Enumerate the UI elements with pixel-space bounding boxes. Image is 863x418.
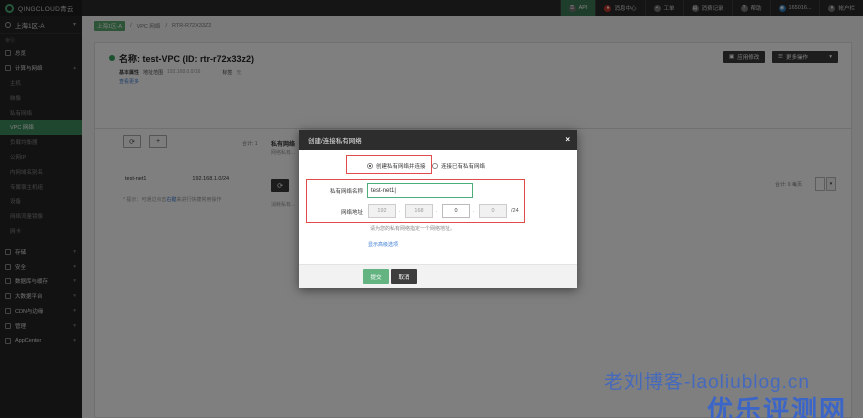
radio-create-network[interactable]: 创建私有网络并连接 xyxy=(367,162,426,170)
ip-octet-4: 0 xyxy=(479,204,507,218)
modal-footer: 提交 取消 xyxy=(299,264,577,288)
radio-unchecked-icon xyxy=(432,163,438,169)
submit-button[interactable]: 提交 xyxy=(363,269,389,284)
modal-title: 创建/连接私有网络 xyxy=(308,138,362,145)
network-address-label: 网络地址 xyxy=(340,210,363,216)
ip-octet-2: 168 xyxy=(405,204,433,218)
advanced-options-link[interactable]: 显示高级选项 xyxy=(368,241,398,248)
ip-separator: . xyxy=(399,208,401,214)
ip-mask: /24 xyxy=(511,208,519,214)
create-network-modal: 创建/连接私有网络 × 创建私有网络并连接 连接已有私有网络 私有网络名称 te… xyxy=(299,130,577,288)
text-cursor: | xyxy=(394,187,396,194)
ip-separator: . xyxy=(436,208,438,214)
ip-octet-3-input[interactable]: 0 xyxy=(442,204,470,218)
watermark-line-2: 优乐评测网 xyxy=(707,395,848,418)
network-name-input[interactable]: test-net1 | xyxy=(367,183,473,198)
radio-connect-network[interactable]: 连接已有私有网络 xyxy=(432,162,485,170)
close-icon[interactable]: × xyxy=(565,135,570,145)
cancel-button[interactable]: 取消 xyxy=(391,269,417,284)
modal-header: 创建/连接私有网络 xyxy=(299,130,577,150)
ip-separator: . xyxy=(473,208,475,214)
radio-checked-icon xyxy=(367,163,373,169)
ip-octet-1: 192 xyxy=(368,204,396,218)
network-name-label: 私有网络名称 xyxy=(329,189,363,195)
ip-help-text: 请为您的私有网络指定一个网络地址。 xyxy=(370,226,456,232)
